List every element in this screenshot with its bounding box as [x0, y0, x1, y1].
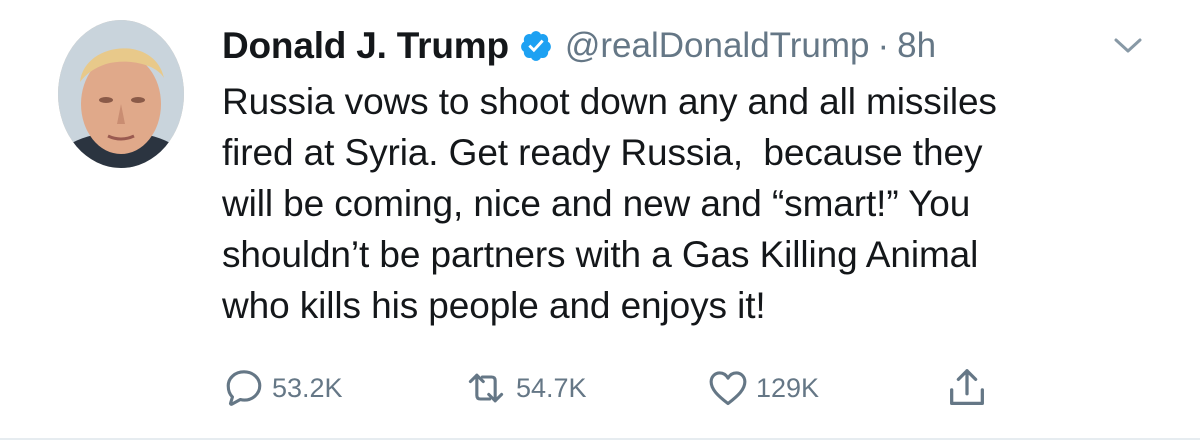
retweet-count: 54.7K — [516, 372, 587, 403]
tweet-timestamp[interactable]: 8h — [897, 26, 936, 66]
reply-button[interactable]: 53.2K — [222, 364, 343, 412]
display-name[interactable]: Donald J. Trump — [222, 25, 509, 67]
avatar[interactable] — [58, 20, 184, 168]
share-icon — [944, 365, 996, 411]
chevron-down-icon[interactable] — [1111, 34, 1145, 58]
retweet-icon — [462, 366, 516, 410]
verified-badge-icon — [519, 29, 553, 63]
user-handle[interactable]: @realDonaldTrump — [565, 26, 870, 66]
reply-icon — [222, 366, 272, 410]
like-count: 129K — [756, 372, 820, 403]
retweet-button[interactable]: 54.7K — [462, 364, 587, 412]
heart-icon — [706, 366, 756, 410]
tweet-text: Russia vows to shoot down any and all mi… — [222, 81, 997, 326]
bottom-divider — [0, 438, 1200, 440]
separator-dot: · — [877, 26, 890, 65]
avatar-image — [58, 20, 184, 168]
share-button[interactable] — [944, 364, 996, 412]
reply-count: 53.2K — [272, 372, 343, 403]
tweet-header: Donald J. Trump @realDonaldTrump · 8h — [222, 22, 936, 70]
like-button[interactable]: 129K — [706, 364, 819, 412]
